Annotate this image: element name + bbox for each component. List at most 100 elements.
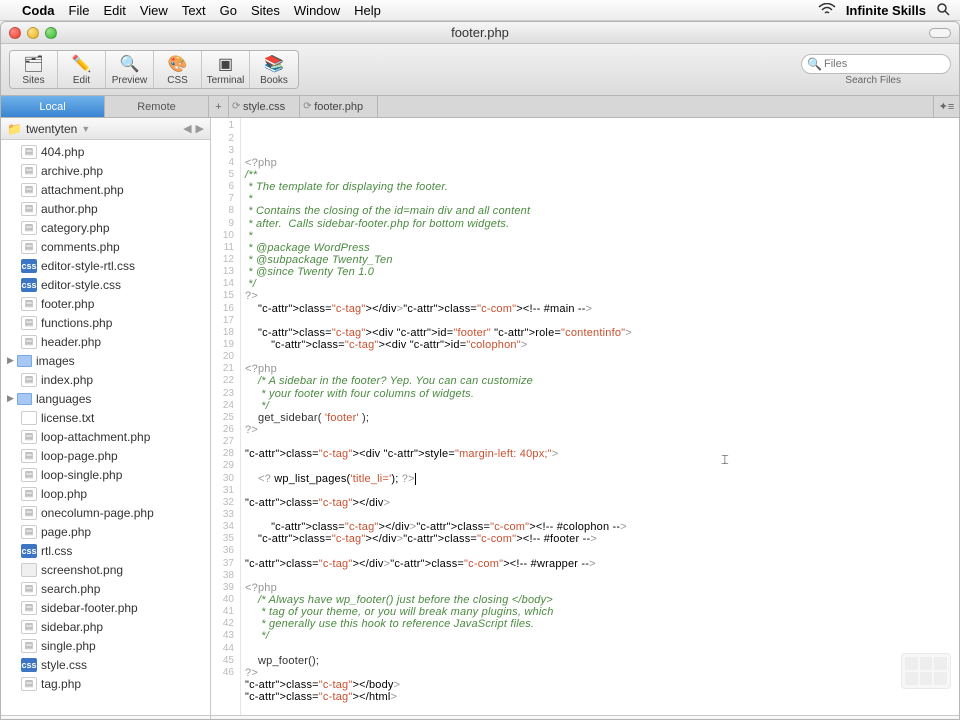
terminal-button[interactable]: ▣Terminal [202,51,250,88]
file-row[interactable]: ▤onecolumn-page.php [1,503,210,522]
code-line[interactable]: * @since Twenty Ten 1.0 [245,266,955,278]
code-line[interactable]: "c-attr">class="c-tag"></div>"c-attr">cl… [245,533,955,545]
file-row[interactable]: ▤attachment.php [1,180,210,199]
file-row[interactable]: ▤loop-page.php [1,446,210,465]
code-line[interactable]: wp_footer(); [245,655,955,667]
code-line[interactable]: "c-attr">class="c-tag"></div>"c-attr">cl… [245,303,955,315]
file-row[interactable]: ▤archive.php [1,161,210,180]
tab-overflow-button[interactable]: ✦≡ [933,96,959,117]
code-line[interactable] [245,570,955,582]
file-row[interactable]: ▶languages [1,389,210,408]
code-line[interactable]: <?php [245,157,955,169]
file-row[interactable]: ▤sidebar.php [1,617,210,636]
file-row[interactable]: ▤loop-attachment.php [1,427,210,446]
disclosure-icon[interactable]: ▶ [7,393,17,404]
code-line[interactable]: * after. Calls sidebar-footer.php for bo… [245,218,955,230]
code-line[interactable] [245,351,955,363]
menu-window[interactable]: Window [294,3,340,18]
css-button[interactable]: 🎨CSS [154,51,202,88]
code-line[interactable]: * your footer with four columns of widge… [245,388,955,400]
file-row[interactable]: csseditor-style-rtl.css [1,256,210,275]
edit-button[interactable]: ✏️Edit [58,51,106,88]
code-line[interactable]: get_sidebar( 'footer' ); [245,412,955,424]
file-row[interactable]: ▤header.php [1,332,210,351]
file-row[interactable]: csseditor-style.css [1,275,210,294]
titlebar[interactable]: footer.php [1,22,959,44]
code-line[interactable]: * [245,230,955,242]
code-line[interactable]: ?> [245,424,955,436]
file-row[interactable]: cssstyle.css [1,655,210,674]
file-row[interactable]: ▤category.php [1,218,210,237]
file-row[interactable]: ▤functions.php [1,313,210,332]
menu-view[interactable]: View [140,3,168,18]
code-line[interactable] [245,315,955,327]
menu-edit[interactable]: Edit [103,3,125,18]
code-line[interactable] [245,460,955,472]
preview-button[interactable]: 🔍Preview [106,51,154,88]
code-line[interactable] [245,545,955,557]
code-line[interactable]: "c-attr">class="c-tag"></div> [245,497,955,509]
file-row[interactable]: ▤comments.php [1,237,210,256]
project-header[interactable]: 📁 twentyten ▼ ◀ ▶ [1,118,210,140]
file-tab-footerphp[interactable]: ⟳footer.php [300,96,378,117]
file-row[interactable]: ▤search.php [1,579,210,598]
code-line[interactable]: */ [245,278,955,290]
code-line[interactable]: * tag of your theme, or you will break m… [245,606,955,618]
code-line[interactable]: "c-attr">class="c-tag"></div>"c-attr">cl… [245,521,955,533]
code-line[interactable]: <?php [245,363,955,375]
file-row[interactable]: cssrtl.css [1,541,210,560]
code-line[interactable]: * @package WordPress [245,242,955,254]
code-line[interactable]: */ [245,400,955,412]
code-line[interactable]: "c-attr">class="c-tag"><div "c-attr">id=… [245,339,955,351]
code-line[interactable]: * The template for displaying the footer… [245,181,955,193]
file-row[interactable]: ▤page.php [1,522,210,541]
nav-forward-button[interactable]: ▶ [196,122,204,135]
code-line[interactable]: ?> [245,667,955,679]
file-row[interactable]: ▤loop-single.php [1,465,210,484]
reload-icon[interactable]: ⟳ [232,101,240,112]
nav-back-button[interactable]: ◀ [183,122,191,135]
code-line[interactable]: */ [245,630,955,642]
wifi-icon[interactable] [818,3,836,18]
code-line[interactable]: "c-attr">class="c-tag"></body> [245,679,955,691]
code-editor[interactable]: 1234567891011121314151617181920212223242… [211,118,959,715]
code-line[interactable] [245,485,955,497]
menu-help[interactable]: Help [354,3,381,18]
code-line[interactable]: * @subpackage Twenty_Ten [245,254,955,266]
file-row[interactable]: ▤single.php [1,636,210,655]
spotlight-icon[interactable] [936,2,950,19]
search-input[interactable] [801,54,951,74]
code-line[interactable] [245,509,955,521]
reload-icon[interactable]: ⟳ [303,101,311,112]
file-row[interactable]: ▤footer.php [1,294,210,313]
books-button[interactable]: 📚Books [250,51,298,88]
sites-button[interactable]: 🗂Sites [10,51,58,88]
add-tab-button[interactable]: + [209,96,229,117]
file-row[interactable]: screenshot.png [1,560,210,579]
file-row[interactable]: license.txt [1,408,210,427]
code-line[interactable]: "c-attr">class="c-tag"><div "c-attr">id=… [245,327,955,339]
file-row[interactable]: ▤tag.php [1,674,210,693]
code-line[interactable] [245,703,955,715]
file-row[interactable]: ▤sidebar-footer.php [1,598,210,617]
code-line[interactable]: ?> [245,290,955,302]
code-line[interactable] [245,643,955,655]
code-area[interactable]: ⌶ <?php/** * The template for displaying… [241,118,959,715]
menu-sites[interactable]: Sites [251,3,280,18]
file-row[interactable]: ▶images [1,351,210,370]
code-line[interactable]: * generally use this hook to reference J… [245,618,955,630]
code-line[interactable]: /* Always have wp_footer() just before t… [245,594,955,606]
menu-text[interactable]: Text [182,3,206,18]
code-line[interactable] [245,436,955,448]
code-line[interactable]: <? wp_list_pages('title_li='); ?> [245,473,955,485]
app-name[interactable]: Coda [22,3,55,18]
file-row[interactable]: ▤loop.php [1,484,210,503]
file-row[interactable]: ▤index.php [1,370,210,389]
code-line[interactable]: "c-attr">class="c-tag"></div>"c-attr">cl… [245,558,955,570]
code-line[interactable]: * [245,193,955,205]
file-row[interactable]: ▤404.php [1,142,210,161]
dropdown-icon[interactable]: ▼ [81,124,90,134]
file-row[interactable]: ▤author.php [1,199,210,218]
disclosure-icon[interactable]: ▶ [7,355,17,366]
code-line[interactable]: "c-attr">class="c-tag"><div "c-attr">sty… [245,448,955,460]
